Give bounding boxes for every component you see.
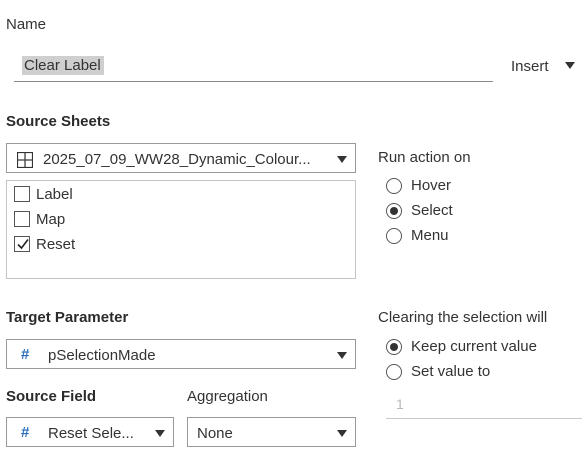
chevron-down-icon <box>155 430 165 437</box>
aggregation-label: Aggregation <box>187 388 268 405</box>
chevron-down-icon <box>337 156 347 163</box>
target-parameter-label: Target Parameter <box>6 309 129 326</box>
set-value-text: 1 <box>396 396 404 412</box>
name-label: Name <box>6 16 47 33</box>
source-field-label: Source Field <box>6 388 97 405</box>
grid-sheet-icon <box>17 152 33 168</box>
clearing-label: Clearing the selection will <box>378 309 548 326</box>
checkbox-label[interactable] <box>14 186 30 202</box>
checkmark-icon <box>17 239 29 250</box>
radio-button[interactable] <box>386 364 402 380</box>
list-item-text: Map <box>36 211 66 228</box>
name-input[interactable] <box>22 56 104 75</box>
radio-button[interactable] <box>386 339 402 355</box>
radio-label: Select <box>411 202 453 219</box>
chevron-down-icon <box>337 352 347 359</box>
insert-label: Insert <box>511 58 549 75</box>
aggregation-selected: None <box>197 425 233 442</box>
list-item-text: Label <box>36 186 73 203</box>
source-field-selected: Reset Sele... <box>48 425 134 442</box>
list-item-text: Reset <box>36 236 76 253</box>
radio-button[interactable] <box>386 203 402 219</box>
hash-icon: # <box>21 346 30 363</box>
source-sheets-label: Source Sheets <box>6 113 111 130</box>
radio-label: Set value to <box>411 363 491 380</box>
source-field-dropdown[interactable]: # Reset Sele... <box>6 417 174 447</box>
target-parameter-dropdown[interactable]: # pSelectionMade <box>6 339 356 369</box>
radio-label: Menu <box>411 227 449 244</box>
set-value-input[interactable]: 1 <box>386 389 582 419</box>
checkbox-reset[interactable] <box>14 236 30 252</box>
chevron-down-icon <box>564 62 575 69</box>
checkbox-map[interactable] <box>14 211 30 227</box>
source-sheets-dropdown[interactable]: 2025_07_09_WW28_Dynamic_Colour... <box>6 143 356 173</box>
insert-dropdown[interactable]: Insert <box>511 58 575 75</box>
aggregation-dropdown[interactable]: None <box>187 417 356 447</box>
target-parameter-selected: pSelectionMade <box>48 347 156 364</box>
source-sheets-list[interactable]: Label Map Reset <box>6 180 356 279</box>
radio-button[interactable] <box>386 178 402 194</box>
run-action-label: Run action on <box>378 149 471 166</box>
chevron-down-icon <box>337 430 347 437</box>
name-field[interactable] <box>14 50 493 82</box>
hash-icon: # <box>21 424 30 441</box>
radio-label: Hover <box>411 177 452 194</box>
radio-button[interactable] <box>386 228 402 244</box>
radio-label: Keep current value <box>411 338 537 355</box>
source-sheets-selected: 2025_07_09_WW28_Dynamic_Colour... <box>43 151 311 168</box>
